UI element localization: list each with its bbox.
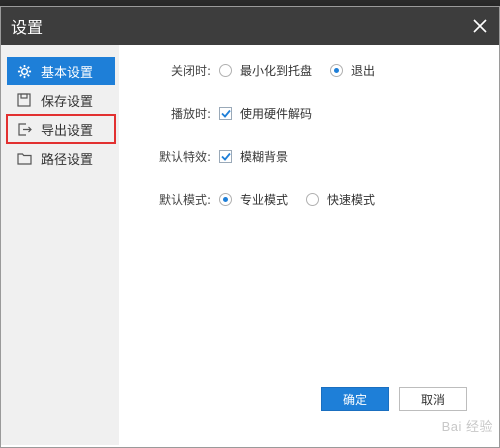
close-behavior-row: 关闭时: 最小化到托盘 退出 <box>139 59 499 81</box>
sidebar-item-label: 保存设置 <box>41 94 94 110</box>
radio-button[interactable] <box>219 192 232 206</box>
option-label: 最小化到托盘 <box>240 63 313 78</box>
checkmark-icon <box>220 109 231 118</box>
sidebar-item-path[interactable]: 路径设置 <box>7 144 115 172</box>
watermark: Bai 经验 <box>441 419 493 434</box>
radio-button[interactable] <box>219 63 232 77</box>
hardware-decode-checkbox[interactable] <box>219 106 232 120</box>
sidebar-item-basic[interactable]: 基本设置 <box>7 57 115 85</box>
option-label: 专业模式 <box>240 192 289 207</box>
blur-background-checkbox[interactable] <box>219 149 232 163</box>
radio-button[interactable] <box>306 192 320 206</box>
option-label: 退出 <box>351 63 376 78</box>
settings-dialog: 设置 基本设置 保存设置 导出设置 路径设置 关闭时: 最小化到托盘 退出 播放… <box>0 6 500 448</box>
sidebar-item-save[interactable]: 保存设置 <box>7 86 115 114</box>
hardware-decode-option[interactable]: 使用硬件解码 <box>219 105 312 122</box>
dialog-footer: 确定 取消 <box>311 387 467 411</box>
settings-sidebar: 基本设置 保存设置 导出设置 路径设置 <box>1 45 119 445</box>
sidebar-item-label: 导出设置 <box>41 123 94 139</box>
effects-label: 默认特效: <box>158 149 211 164</box>
close-exit-option[interactable]: 退出 <box>330 62 375 79</box>
export-icon <box>15 120 33 138</box>
option-label: 快速模式 <box>327 192 376 207</box>
effects-row: 默认特效: 模糊背景 <box>139 145 499 167</box>
close-icon <box>473 19 487 33</box>
save-icon <box>15 91 33 109</box>
dialog-titlebar: 设置 <box>1 7 499 45</box>
close-behavior-label: 关闭时: <box>170 63 211 78</box>
option-label: 模糊背景 <box>240 149 289 164</box>
option-label: 使用硬件解码 <box>240 106 313 121</box>
radio-button[interactable] <box>330 63 344 77</box>
ok-button[interactable]: 确定 <box>321 387 389 411</box>
professional-mode-option[interactable]: 专业模式 <box>219 191 288 208</box>
dialog-title: 设置 <box>11 18 44 37</box>
sidebar-item-label: 基本设置 <box>41 65 94 81</box>
sidebar-item-export[interactable]: 导出设置 <box>6 114 116 144</box>
close-minimize-option[interactable]: 最小化到托盘 <box>219 62 312 79</box>
quick-mode-option[interactable]: 快速模式 <box>306 191 375 208</box>
gear-icon <box>15 62 33 80</box>
checkmark-icon <box>220 152 231 161</box>
folder-icon <box>15 149 33 167</box>
playback-label: 播放时: <box>170 106 211 121</box>
settings-content: 关闭时: 最小化到托盘 退出 播放时: 使用硬件解码 默认特效: 模糊背景 默认… <box>119 45 499 445</box>
close-button[interactable] <box>461 7 499 45</box>
cancel-button[interactable]: 取消 <box>399 387 467 411</box>
playback-row: 播放时: 使用硬件解码 <box>139 102 499 124</box>
blur-background-option[interactable]: 模糊背景 <box>219 148 288 165</box>
mode-label: 默认模式: <box>158 192 211 207</box>
sidebar-item-label: 路径设置 <box>41 152 94 168</box>
mode-row: 默认模式: 专业模式 快速模式 <box>139 188 499 210</box>
